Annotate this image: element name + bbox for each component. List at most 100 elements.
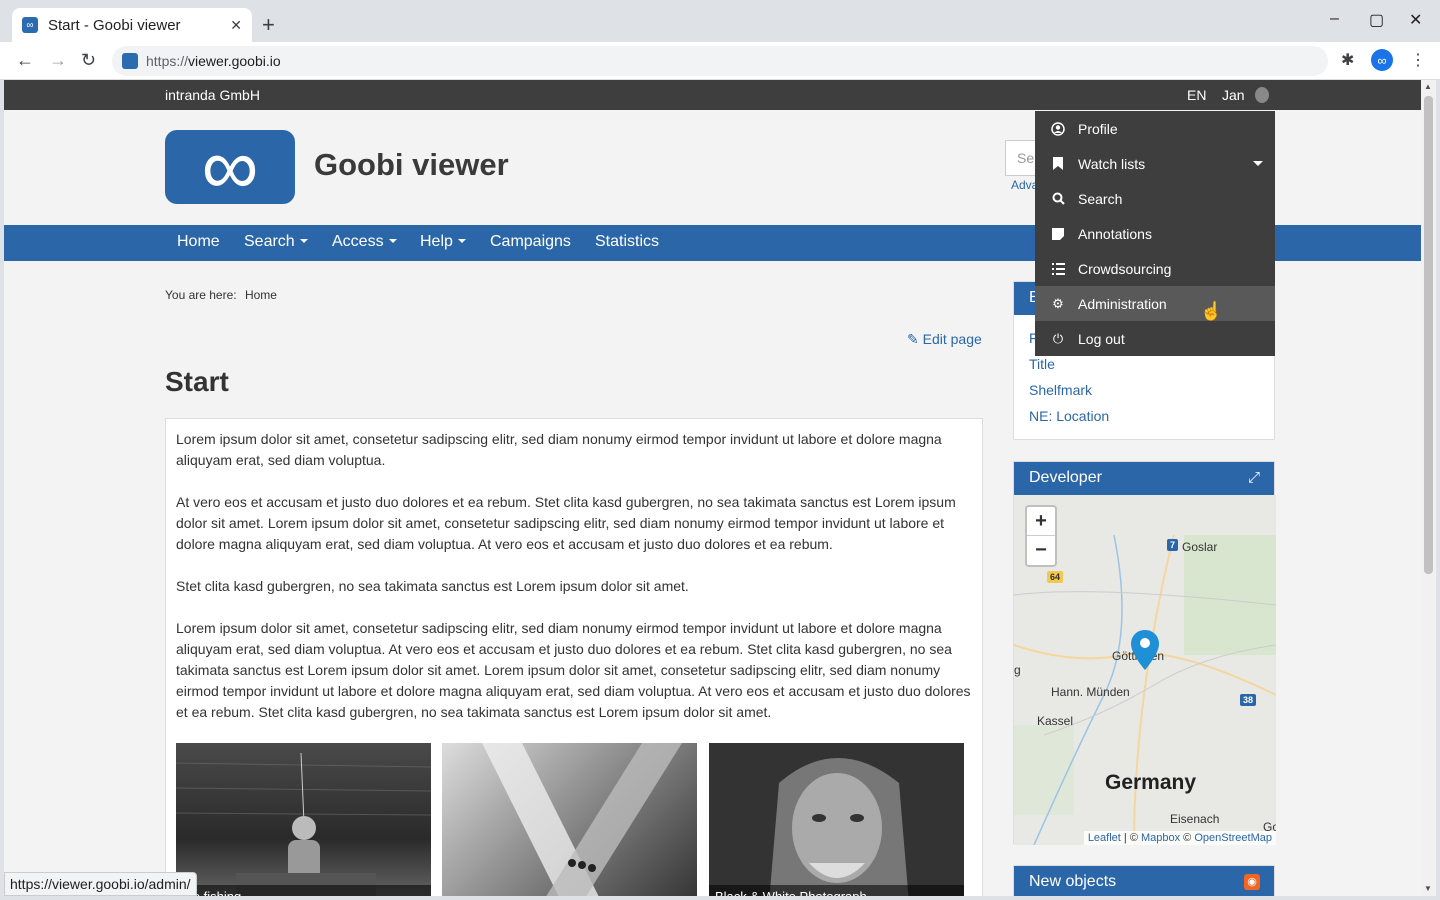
scroll-up-arrow-icon[interactable]: ▲ (1424, 82, 1432, 91)
extensions-puzzle-icon[interactable]: ✱ (1341, 50, 1354, 70)
portrait-photo (769, 758, 909, 896)
gallery-caption: Black & White Photograph (709, 885, 964, 896)
menu-item-label: Crowdsourcing (1078, 260, 1172, 277)
tab-close-icon[interactable]: ✕ (230, 17, 242, 34)
reload-icon[interactable]: ↻ (81, 50, 96, 71)
road-64-shield: 64 (1047, 571, 1064, 583)
company-name[interactable]: intranda GmbH (165, 87, 260, 103)
menu-item-label: Annotations (1078, 225, 1152, 242)
edit-page-link[interactable]: ✎ Edit page (907, 331, 982, 348)
window-close-button[interactable]: ✕ (1409, 10, 1422, 30)
map-label-eisenach: Eisenach (1170, 812, 1220, 826)
breadcrumb-label: You are here: (165, 288, 237, 302)
browse-link-shelfmark[interactable]: Shelfmark (1029, 377, 1274, 403)
bookmark-icon (1050, 156, 1066, 172)
autobahn-38-shield: 38 (1240, 694, 1257, 706)
developer-widget-title: Developer ⤢ (1014, 462, 1274, 495)
zoom-in-button[interactable]: + (1027, 507, 1055, 536)
map[interactable]: + − 7 64 38 Goslar Göttingen Hann. Münde… (1014, 495, 1276, 845)
menu-item-label: Log out (1078, 330, 1125, 347)
map-label-g: g (1014, 663, 1021, 677)
url-host: viewer.goobi.io (188, 53, 281, 69)
content-paragraph: Lorem ipsum dolor sit amet, consetetur s… (176, 620, 971, 720)
site-favicon (122, 53, 138, 69)
developer-title: Developer (1029, 469, 1102, 486)
zoom-out-button[interactable]: − (1027, 536, 1055, 565)
rss-icon[interactable]: ◉ (1244, 874, 1260, 890)
back-arrow-icon[interactable]: ← (16, 50, 34, 71)
content-paragraph: Lorem ipsum dolor sit amet, consetetur s… (176, 431, 942, 468)
breadcrumb-current[interactable]: Home (245, 288, 277, 302)
user-avatar[interactable] (1255, 87, 1269, 103)
new-objects-widget-head: New objects ◉ (1014, 866, 1274, 896)
page-viewport: intranda GmbH EN Jan ∞ Goobi viewer Se A… (4, 80, 1421, 896)
page-title: Start (165, 366, 229, 397)
fishing-photo (176, 752, 431, 896)
language-switch[interactable]: EN (1187, 87, 1206, 103)
nav-statistics[interactable]: Statistics (595, 233, 659, 251)
site-title[interactable]: Goobi viewer (314, 147, 509, 183)
map-attribution: Leaflet | © Mapbox © OpenStreetMap (1083, 831, 1276, 845)
expand-icon[interactable]: ⤢ (1248, 469, 1260, 486)
scrollbar-thumb[interactable] (1424, 96, 1433, 574)
new-tab-button[interactable]: + (262, 12, 275, 38)
tab-title: Start - Goobi viewer (48, 16, 181, 34)
browser-tabbar: ∞ Start - Goobi viewer ✕ + – ▢ ✕ (0, 0, 1440, 42)
gallery-image[interactable]: ...e fishing (176, 743, 431, 896)
map-label-germany: Germany (1105, 771, 1197, 794)
openstreetmap-link[interactable]: OpenStreetMap (1194, 832, 1272, 844)
goobi-logo[interactable]: ∞ (165, 127, 295, 207)
maximize-button[interactable]: ▢ (1369, 10, 1384, 30)
sticky-note-icon (1050, 226, 1066, 242)
nav-access[interactable]: Access (332, 233, 397, 251)
menu-item-crowdsourcing[interactable]: Crowdsourcing (1035, 251, 1275, 286)
forward-arrow-icon[interactable]: → (49, 50, 67, 71)
attribution-copy: © (1180, 832, 1195, 844)
menu-item-log-out[interactable]: ⏻ Log out (1035, 321, 1275, 356)
map-label-goslar: Goslar (1182, 540, 1218, 554)
search-icon (1050, 191, 1066, 207)
breadcrumb: You are here: Home (165, 288, 277, 302)
address-bar[interactable]: https:// viewer.goobi.io (112, 46, 1328, 76)
chevron-down-icon (1253, 161, 1263, 166)
menu-item-label: Administration (1078, 295, 1167, 312)
browser-tab[interactable]: ∞ Start - Goobi viewer ✕ (12, 8, 252, 42)
page-scrollbar[interactable]: ▲ ▼ (1421, 80, 1436, 896)
developer-widget: Developer ⤢ + − 7 64 38 Goslar Göttingen (1013, 461, 1276, 845)
pencil-icon: ✎ (907, 331, 919, 347)
menu-item-annotations[interactable]: Annotations (1035, 216, 1275, 251)
scroll-down-arrow-icon[interactable]: ▼ (1424, 884, 1432, 893)
user-circle-icon (1050, 121, 1066, 137)
content-paragraph: At vero eos et accusam et justo duo dolo… (176, 494, 956, 552)
attribution-separator: | © (1120, 832, 1141, 844)
user-menu-toggle[interactable]: Jan (1222, 87, 1245, 103)
nav-campaigns[interactable]: Campaigns (490, 233, 571, 251)
browser-toolbar: ← → ↻ https:// viewer.goobi.io ✱ ∞ ⋮ (0, 42, 1440, 80)
minimize-button[interactable]: – (1330, 10, 1339, 28)
new-objects-title: New objects (1029, 873, 1117, 890)
browse-link-location[interactable]: NE: Location (1029, 403, 1274, 429)
menu-item-profile[interactable]: Profile (1035, 111, 1275, 146)
map-label-hann-munden: Hann. Münden (1051, 685, 1130, 699)
browser-profile-icon[interactable]: ∞ (1371, 49, 1393, 71)
map-marker-icon[interactable] (1131, 630, 1159, 670)
browser-menu-icon[interactable]: ⋮ (1410, 50, 1426, 70)
nav-home[interactable]: Home (177, 233, 220, 251)
gallery-image[interactable]: Black & White Photograph (709, 743, 964, 896)
menu-item-search[interactable]: Search (1035, 181, 1275, 216)
zoom-control: + − (1025, 505, 1057, 567)
power-icon: ⏻ (1052, 330, 1064, 346)
mapbox-link[interactable]: Mapbox (1141, 832, 1180, 844)
nav-help[interactable]: Help (420, 233, 466, 251)
content-paragraph: Stet clita kasd gubergren, no sea takima… (176, 578, 689, 594)
menu-item-watch-lists[interactable]: Watch lists (1035, 146, 1275, 181)
nav-search[interactable]: Search (244, 233, 308, 251)
arms-photo (482, 743, 682, 896)
cogs-icon: ⚙ (1052, 295, 1064, 311)
top-bar: intranda GmbH EN Jan (4, 80, 1421, 110)
image-gallery: ...e fishing Black & White Photograph (176, 743, 966, 896)
leaflet-link[interactable]: Leaflet (1088, 832, 1121, 844)
status-bar-url: https://viewer.goobi.io/admin/ (4, 872, 197, 896)
gallery-image[interactable] (442, 743, 697, 896)
menu-item-administration[interactable]: ⚙ Administration (1035, 286, 1275, 321)
